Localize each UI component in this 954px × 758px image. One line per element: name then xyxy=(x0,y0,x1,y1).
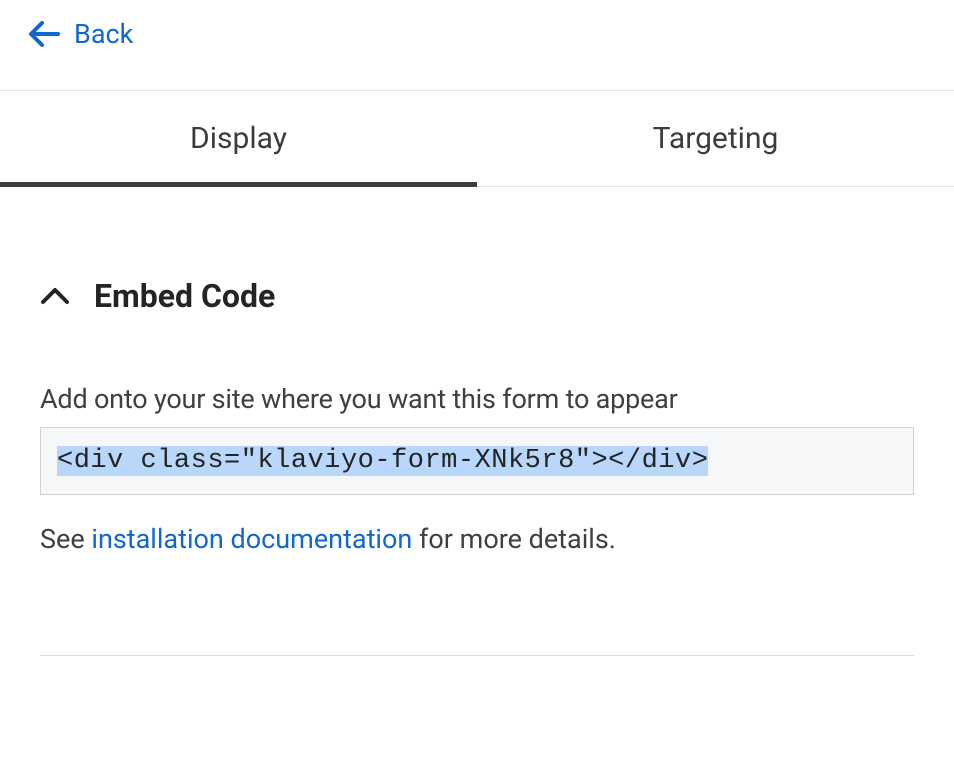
help-suffix: for more details. xyxy=(412,523,616,555)
tab-display[interactable]: Display xyxy=(0,91,477,186)
back-link[interactable]: Back xyxy=(28,18,133,50)
section-header: Embed Code xyxy=(40,277,914,315)
chevron-up-icon[interactable] xyxy=(40,287,70,305)
tabs: Display Targeting xyxy=(0,90,954,187)
arrow-left-icon xyxy=(28,20,60,48)
embed-code-text: <div class="klaviyo-form-XNk5r8"></div> xyxy=(57,446,708,476)
section-title: Embed Code xyxy=(94,277,275,315)
embed-instruction: Add onto your site where you want this f… xyxy=(40,383,914,415)
header: Back xyxy=(0,0,954,90)
tab-targeting[interactable]: Targeting xyxy=(477,91,954,186)
tab-targeting-label: Targeting xyxy=(653,121,779,156)
embed-code-box[interactable]: <div class="klaviyo-form-XNk5r8"></div> xyxy=(40,427,914,495)
help-prefix: See xyxy=(40,523,91,555)
tab-display-label: Display xyxy=(190,121,287,156)
back-label: Back xyxy=(74,18,133,50)
help-line: See installation documentation for more … xyxy=(40,523,914,555)
section-divider xyxy=(40,655,914,656)
content: Embed Code Add onto your site where you … xyxy=(0,187,954,696)
installation-docs-link[interactable]: installation documentation xyxy=(91,523,412,555)
